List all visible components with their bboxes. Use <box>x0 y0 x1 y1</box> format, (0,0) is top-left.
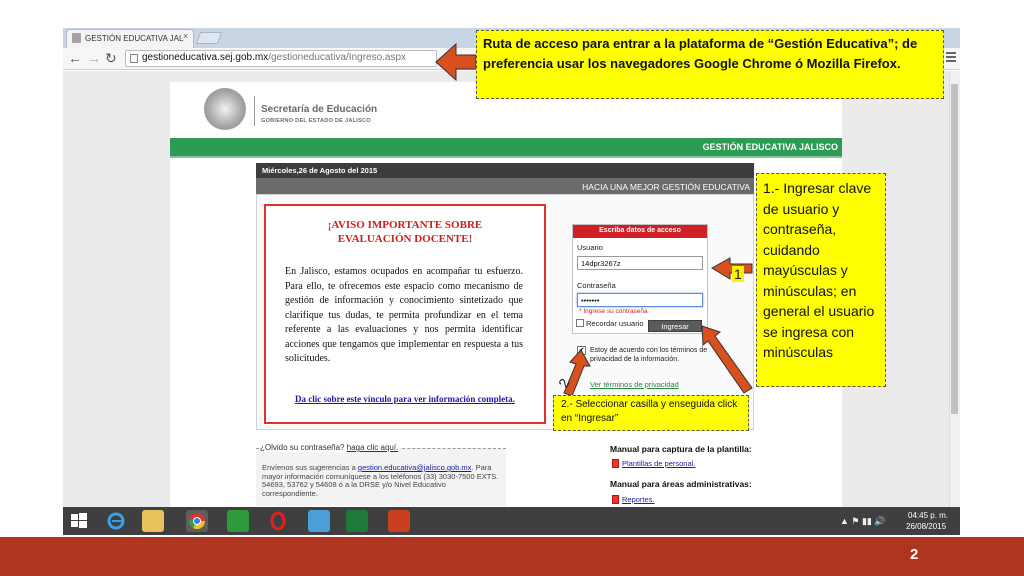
url-callout: Ruta de acceso para entrar a la platafor… <box>476 30 944 99</box>
login-callout: 1.- Ingresar clave de usuario y contrase… <box>756 173 886 387</box>
url-arrow-icon <box>435 42 477 82</box>
step-1-badge: 1 <box>732 266 744 282</box>
terms-callout: 2.- Seleccionar casilla y enseguida clic… <box>553 395 749 431</box>
login-button-arrow-icon <box>701 325 753 394</box>
